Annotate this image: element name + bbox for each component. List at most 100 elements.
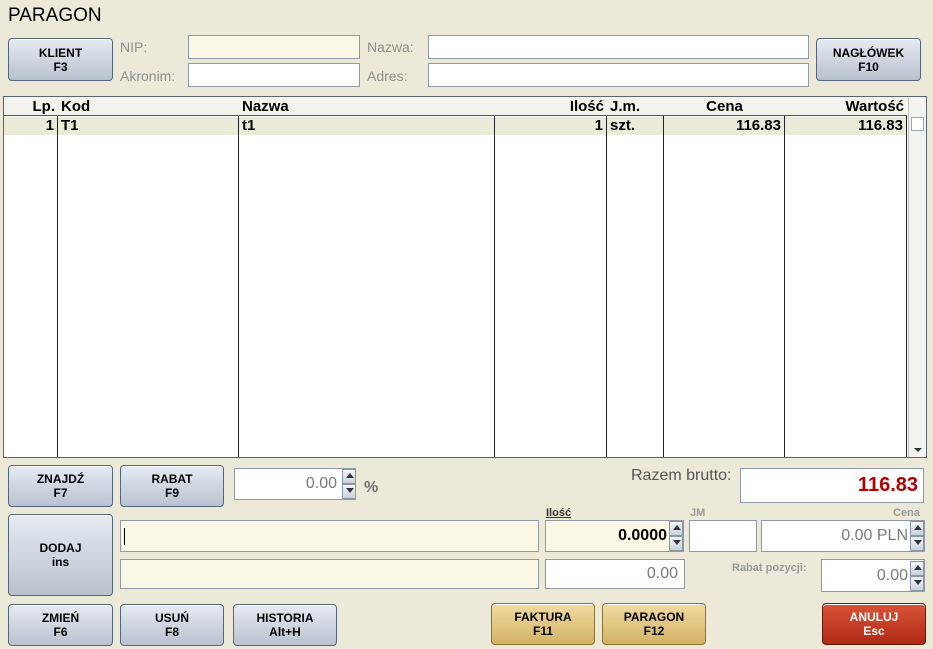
rabat-pozycji-value: 0.00 — [876, 566, 908, 584]
adres-field[interactable] — [428, 63, 809, 87]
wartosc-field[interactable]: 0.00 — [545, 559, 685, 589]
ilosc-field[interactable]: 0.0000 — [545, 520, 684, 552]
dodaj-button[interactable]: DODAJ ins — [8, 514, 113, 596]
cena-stepper[interactable] — [910, 521, 924, 551]
cena-up-icon[interactable] — [910, 521, 924, 536]
rabat-stepper[interactable] — [342, 469, 356, 499]
col-wartosc — [785, 97, 907, 457]
ilosc-stepper[interactable] — [669, 521, 683, 551]
usun-label: USUŃ — [154, 611, 189, 625]
cell-lp: 1 — [4, 117, 57, 135]
window-title: PARAGON — [8, 5, 102, 26]
usun-button[interactable]: USUŃ F8 — [120, 604, 224, 646]
nip-label: NIP: — [120, 39, 148, 55]
col-lp — [4, 97, 58, 457]
znajdz-key: F7 — [53, 486, 68, 500]
razem-value: 116.83 — [857, 474, 918, 496]
naglowek-label: NAGŁÓWEK — [832, 45, 905, 60]
klient-label: KLIENT — [38, 45, 83, 60]
col-jm — [607, 97, 664, 457]
rabat-pozycji-down-icon[interactable] — [910, 576, 924, 591]
anuluj-button[interactable]: ANULUJ Esc — [822, 603, 926, 645]
paragon-key: F12 — [643, 624, 665, 638]
klient-key: F3 — [53, 59, 68, 74]
znajdz-label: ZNAJDŹ — [36, 472, 85, 486]
rabat-pozycji-label: Rabat pozycji: — [732, 562, 807, 574]
rabat-field[interactable]: 0.00 — [234, 468, 356, 500]
percent-sign: % — [364, 479, 379, 496]
anuluj-key: Esc — [863, 624, 885, 638]
zmien-label: ZMIEŃ — [41, 611, 80, 625]
akronim-label: Akronim: — [120, 68, 176, 84]
cena-label: Cena — [893, 507, 920, 519]
faktura-label: FAKTURA — [514, 610, 572, 624]
rabat-key: F9 — [164, 486, 179, 500]
header-wartosc[interactable]: Wartość — [785, 97, 907, 116]
paragon-label: PARAGON — [623, 610, 685, 624]
cell-kod: T1 — [58, 117, 238, 135]
anuluj-label: ANULUJ — [849, 610, 899, 624]
dodaj-key: ins — [51, 555, 70, 569]
klient-button[interactable]: KLIENT F3 — [8, 38, 113, 81]
cell-nazwa: t1 — [239, 117, 494, 135]
cell-wartosc: 116.83 — [785, 117, 906, 135]
zmien-button[interactable]: ZMIEŃ F6 — [8, 604, 113, 646]
header-jm[interactable]: J.m. — [607, 97, 664, 116]
cell-jm: szt. — [607, 117, 663, 135]
faktura-key: F11 — [532, 624, 553, 638]
razem-field: 116.83 — [740, 468, 924, 503]
scrollbar-thumb[interactable] — [911, 117, 924, 131]
ilosc-down-icon[interactable] — [669, 536, 683, 551]
rabat-pozycji-stepper[interactable] — [910, 561, 924, 591]
header-nazwa[interactable]: Nazwa — [239, 97, 495, 116]
col-cena — [664, 97, 785, 457]
wartosc-value: 0.00 — [646, 565, 678, 582]
product-search-input[interactable] — [120, 520, 539, 552]
historia-button[interactable]: HISTORIA Alt+H — [233, 604, 337, 646]
col-nazwa — [239, 97, 495, 457]
historia-key: Alt+H — [269, 625, 301, 639]
header-cena[interactable]: Cena — [664, 97, 785, 116]
razem-label: Razem brutto: — [631, 467, 732, 484]
header-lp[interactable]: Lp. — [4, 97, 58, 116]
zmien-key: F6 — [53, 625, 68, 639]
usun-key: F8 — [164, 625, 179, 639]
cena-down-icon[interactable] — [910, 536, 924, 551]
header-ilosc[interactable]: Ilość — [495, 97, 607, 116]
rabat-down-icon[interactable] — [342, 484, 356, 499]
col-kod — [58, 97, 239, 457]
rabat-value: 0.00 — [305, 475, 337, 492]
ilosc-up-icon[interactable] — [669, 521, 683, 536]
jm-label: JM — [690, 507, 706, 519]
rabat-pozycji-up-icon[interactable] — [910, 561, 924, 576]
product-description-input[interactable] — [120, 559, 539, 589]
historia-label: HISTORIA — [256, 611, 314, 625]
rabat-up-icon[interactable] — [342, 469, 356, 484]
cena-value: 0.00 PLN — [841, 527, 908, 544]
rabat-button[interactable]: RABAT F9 — [120, 465, 224, 507]
header-kod[interactable]: Kod — [58, 97, 239, 116]
rabat-label: RABAT — [151, 472, 193, 486]
adres-label: Adres: — [367, 68, 408, 84]
naglowek-button[interactable]: NAGŁÓWEK F10 — [816, 38, 921, 81]
faktura-button[interactable]: FAKTURA F11 — [491, 603, 595, 645]
ilosc-label: Ilość — [546, 507, 572, 519]
scroll-down-icon[interactable] — [914, 448, 922, 452]
akronim-field[interactable] — [188, 63, 360, 87]
col-ilosc — [495, 97, 607, 457]
nip-field[interactable] — [188, 35, 360, 59]
text-cursor — [124, 528, 125, 545]
dodaj-label: DODAJ — [39, 541, 82, 555]
table-scrollbar[interactable] — [908, 97, 926, 457]
nazwa-label: Nazwa: — [367, 39, 414, 55]
naglowek-key: F10 — [858, 59, 879, 74]
items-table[interactable]: Lp. Kod Nazwa Ilość J.m. Cena Wartość 1 … — [3, 96, 927, 458]
cell-cena: 116.83 — [664, 117, 784, 135]
znajdz-button[interactable]: ZNAJDŹ F7 — [8, 465, 113, 507]
nazwa-field[interactable] — [428, 35, 809, 59]
ilosc-value: 0.0000 — [618, 527, 667, 544]
paragon-button[interactable]: PARAGON F12 — [602, 603, 706, 645]
jm-field[interactable] — [689, 520, 757, 552]
cena-field[interactable]: 0.00 PLN — [761, 520, 925, 552]
cell-ilosc: 1 — [495, 117, 606, 135]
